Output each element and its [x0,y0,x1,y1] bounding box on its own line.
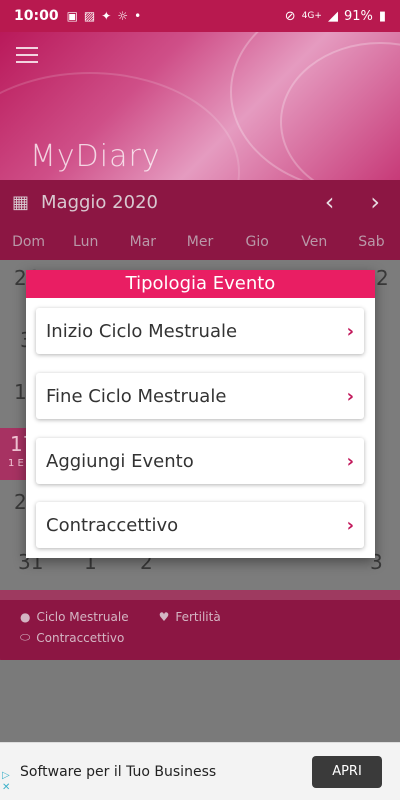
heart-icon: ♥ [158,610,170,624]
legend-ciclo: Ciclo Mestruale [36,610,129,624]
ad-text: Software per il Tuo Business [20,763,217,780]
content-background [0,660,400,742]
weekday-label: Ven [301,234,328,250]
network-label: 4G+ [301,11,322,21]
app-header: MyDiary [0,32,400,180]
ad-banner[interactable]: Software per il Tuo Business APRI [0,742,400,800]
adchoices-icon[interactable]: ▷ ✕ [2,770,10,794]
calendar-legend: ● Ciclo Mestruale ♥ Fertilità ⬭ Contracc… [0,600,400,666]
option-inizio-ciclo[interactable]: Inizio Ciclo Mestruale › [36,308,364,354]
dot-icon: • [134,9,142,23]
gallery-icon: ▣ [66,9,78,23]
dialog-title: Tipologia Evento [26,270,375,298]
option-contraccettivo[interactable]: Contraccettivo › [36,502,364,548]
option-fine-ciclo[interactable]: Fine Ciclo Mestruale › [36,373,364,419]
pill-icon: ⬭ [20,630,31,644]
option-label: Aggiungi Evento [46,450,194,472]
weekday-label: Sab [358,234,385,250]
chevron-right-icon: › [346,514,354,536]
weekday-label: Gio [245,234,269,250]
option-label: Inizio Ciclo Mestruale [46,320,238,342]
battery-percent: 91% [343,8,373,24]
day-cell[interactable]: 2 [376,266,389,290]
weekday-label: Lun [73,234,99,250]
twitter-icon: ✦ [101,9,112,23]
status-bar: 10:00 ▣ ▨ ✦ ☼ • ⊘ 4G+ ◢ 91% ▮ [0,0,400,32]
option-label: Fine Ciclo Mestruale [46,385,227,407]
chevron-right-icon: › [346,385,354,407]
chevron-right-icon: › [346,320,354,342]
drop-icon: ● [20,610,31,624]
battery-icon: ▮ [378,8,386,24]
chevron-right-icon[interactable]: › [370,188,380,216]
event-type-dialog: Tipologia Evento Inizio Ciclo Mestruale … [26,270,375,558]
weekday-label: Mer [186,234,214,250]
chevron-left-icon[interactable]: ‹ [325,188,335,216]
app-title: MyDiary [30,139,161,174]
signal-icon: ◢ [327,8,338,24]
weather-icon: ☼ [117,9,129,23]
status-time: 10:00 [14,8,59,24]
legend-contraccettivo: Contraccettivo [36,630,125,645]
weekday-label: Dom [12,234,46,250]
ad-open-button[interactable]: APRI [312,755,382,788]
calendar-icon: ▦ [12,191,30,213]
mute-icon: ⊘ [284,8,296,24]
legend-fertilita: Fertilità [175,610,221,624]
hamburger-menu-icon[interactable] [16,47,38,65]
weekday-header: Dom Lun Mar Mer Gio Ven Sab [0,224,400,260]
weekday-label: Mar [129,234,157,250]
chevron-right-icon: › [346,450,354,472]
image-icon: ▨ [83,9,96,23]
month-label: Maggio 2020 [41,191,158,213]
calendar-toolbar: ▦ Maggio 2020 ‹ › [0,180,400,224]
option-aggiungi-evento[interactable]: Aggiungi Evento › [36,438,364,484]
event-count-badge: 1 E [8,458,24,469]
option-label: Contraccettivo [46,514,179,536]
